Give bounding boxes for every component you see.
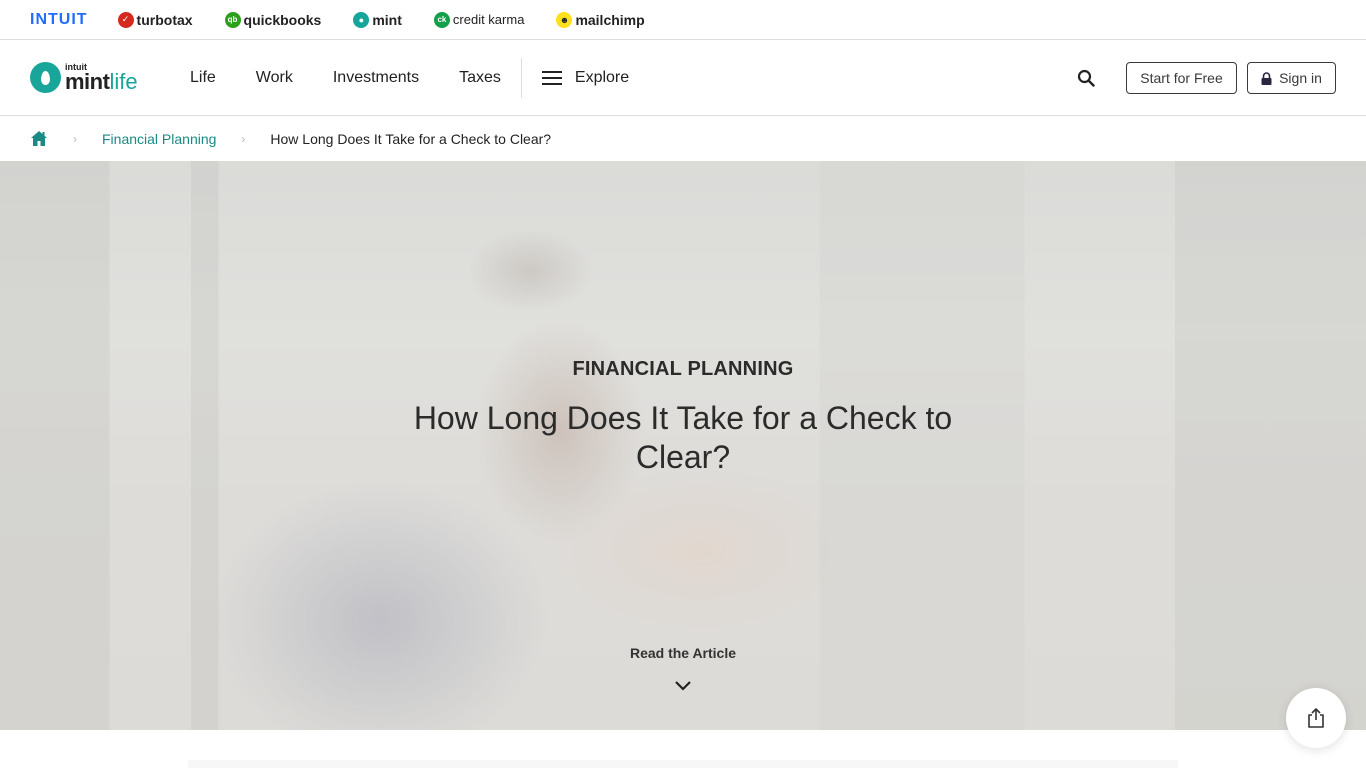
- brand-mint-label: mint: [372, 11, 402, 28]
- hero-banner: FINANCIAL PLANNING How Long Does It Take…: [0, 161, 1366, 730]
- mint-leaf-icon: [30, 62, 61, 93]
- breadcrumb-current-page: How Long Does It Take for a Check to Cle…: [270, 130, 552, 147]
- home-icon[interactable]: [30, 130, 48, 147]
- credit-karma-ck-icon: ck: [433, 11, 450, 28]
- read-the-article-link[interactable]: Read the Article: [0, 645, 1366, 661]
- brand-credit-karma[interactable]: ck credit karma: [433, 11, 525, 28]
- brand-mailchimp[interactable]: ☻ mailchimp: [556, 11, 645, 28]
- breadcrumb-separator: ›: [241, 131, 246, 146]
- article-title: How Long Does It Take for a Check to Cle…: [413, 400, 953, 475]
- brand-quickbooks[interactable]: qb quickbooks: [224, 11, 322, 28]
- main-navigation: intuit mintlife Life Work Investments Ta…: [0, 40, 1366, 116]
- nav-link-taxes[interactable]: Taxes: [459, 69, 501, 87]
- logo-life-text: life: [109, 68, 138, 94]
- sign-in-button[interactable]: Sign in: [1247, 62, 1336, 94]
- nav-link-life[interactable]: Life: [190, 69, 216, 87]
- mailchimp-freddie-icon: ☻: [556, 11, 573, 28]
- share-button[interactable]: [1286, 688, 1346, 748]
- breadcrumb-financial-planning[interactable]: Financial Planning: [102, 131, 216, 147]
- nav-divider: [520, 57, 522, 98]
- brand-mint[interactable]: ● mint: [353, 11, 402, 28]
- hero-category-label[interactable]: FINANCIAL PLANNING: [0, 358, 1366, 381]
- share-icon: [1308, 708, 1324, 728]
- nav-link-work[interactable]: Work: [256, 69, 293, 87]
- sign-in-label: Sign in: [1279, 70, 1322, 86]
- breadcrumb: › Financial Planning › How Long Does It …: [0, 116, 1366, 161]
- article-content-start: [188, 760, 1178, 768]
- brand-quickbooks-label: quickbooks: [243, 11, 322, 28]
- lock-icon: [1261, 71, 1272, 85]
- search-icon[interactable]: [1077, 69, 1095, 87]
- brand-turbotax-label: turbotax: [136, 11, 193, 28]
- brand-turbotax[interactable]: ✓ turbotax: [117, 11, 193, 28]
- logo-mint-text: mint: [65, 68, 110, 94]
- brand-credit-karma-label: credit karma: [452, 12, 525, 27]
- hamburger-menu-icon: [541, 70, 562, 85]
- turbotax-check-icon: ✓: [117, 11, 134, 28]
- breadcrumb-separator: ›: [73, 131, 77, 146]
- chevron-down-icon[interactable]: [674, 680, 692, 692]
- explore-menu-button[interactable]: Explore: [541, 68, 630, 87]
- quickbooks-qb-icon: qb: [224, 11, 241, 28]
- brand-intuit-label: INTUIT: [30, 10, 88, 28]
- explore-label: Explore: [574, 68, 630, 86]
- start-for-free-button[interactable]: Start for Free: [1126, 62, 1237, 94]
- brand-mailchimp-label: mailchimp: [575, 11, 645, 28]
- brand-intuit[interactable]: INTUIT: [30, 11, 88, 29]
- nav-links: Life Work Investments Taxes Explore: [190, 40, 629, 115]
- mintlife-logo[interactable]: intuit mintlife: [30, 62, 138, 93]
- intuit-brand-bar: INTUIT ✓ turbotax qb quickbooks ● mint c…: [0, 0, 1366, 40]
- nav-link-investments[interactable]: Investments: [333, 69, 419, 87]
- mint-drop-icon: ●: [353, 11, 370, 28]
